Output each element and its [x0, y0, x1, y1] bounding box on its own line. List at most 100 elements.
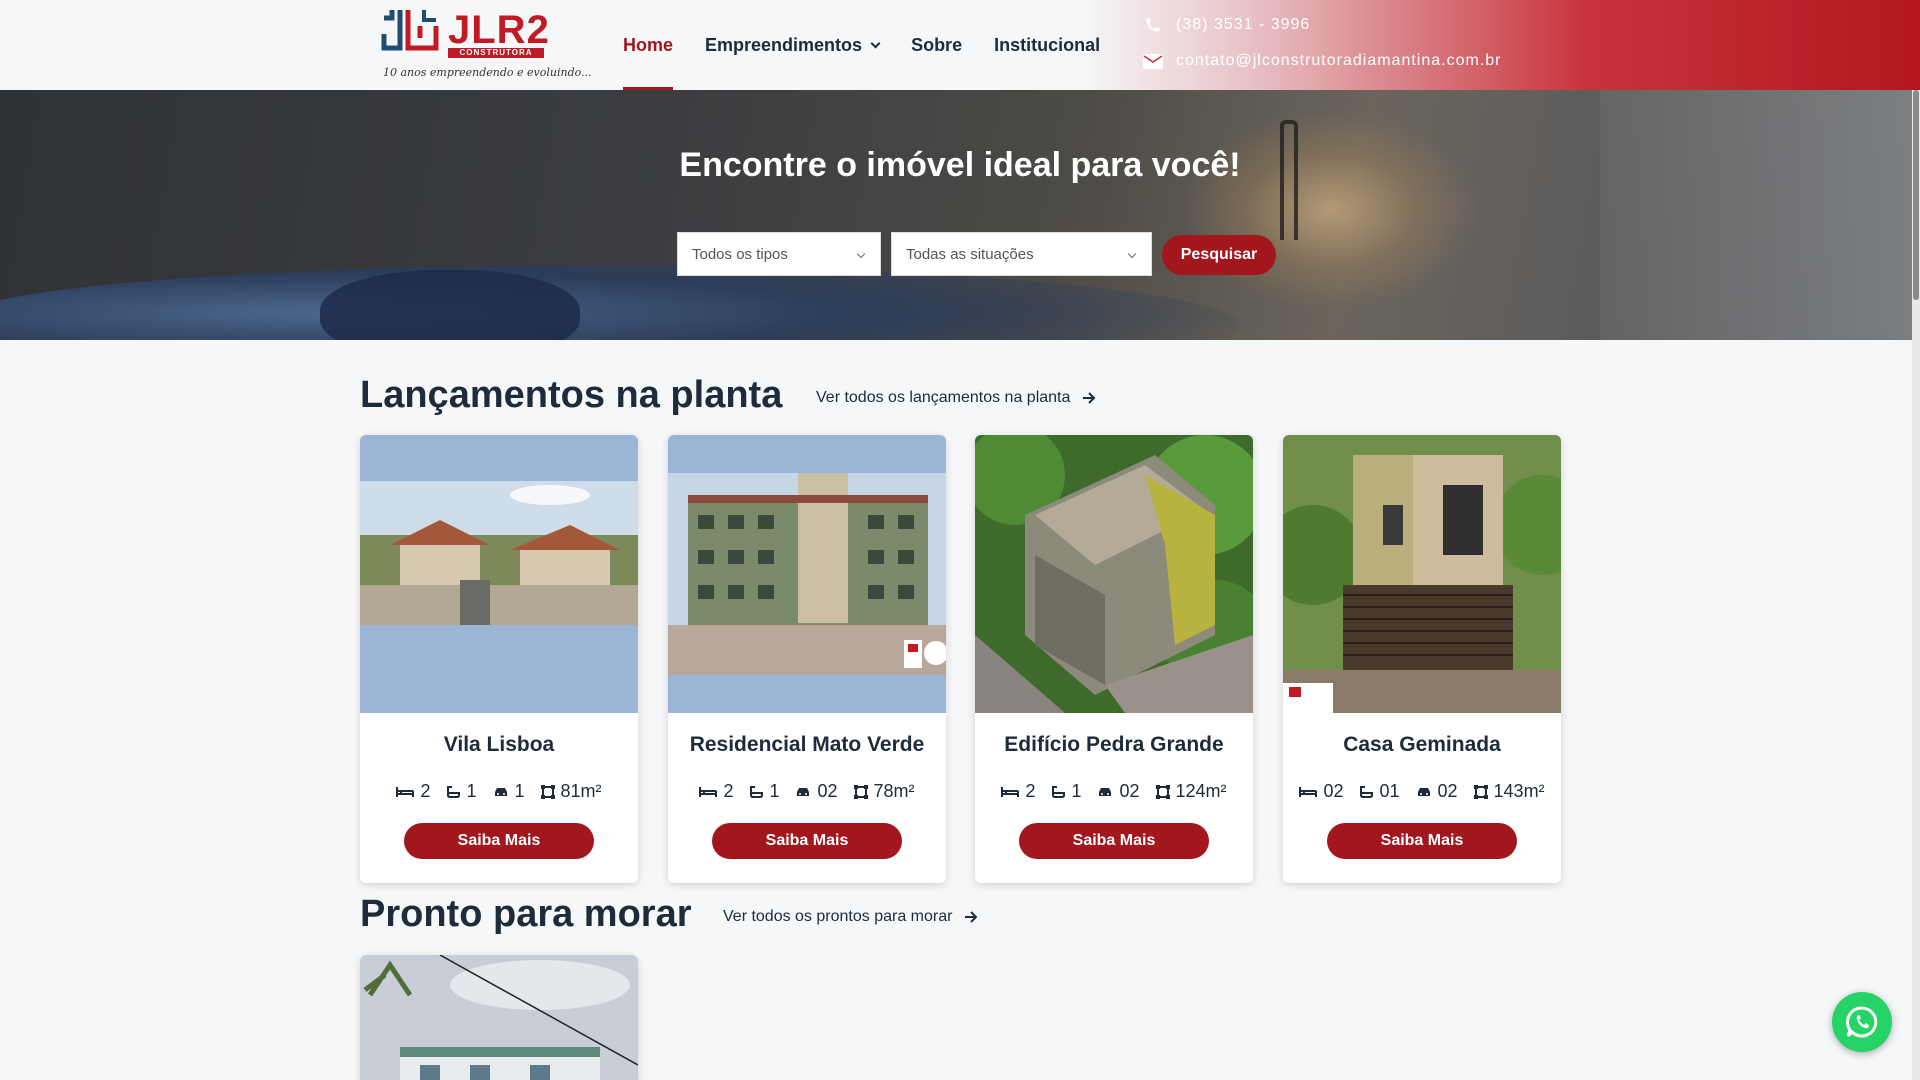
property-image[interactable] [668, 435, 946, 713]
nav-home[interactable]: Home [623, 0, 674, 90]
bathrooms-value: 1 [769, 781, 780, 801]
parking-value: 1 [514, 781, 525, 801]
area-value: 78m² [873, 781, 915, 801]
nav-empreendimentos[interactable]: Empreendimentos [705, 0, 881, 90]
bedrooms: 2 [699, 781, 733, 802]
bath-icon [750, 785, 764, 798]
contact-email-text: contato@jlconstrutoradiamantina.com.br [1176, 52, 1502, 69]
property-features: 2 1 02 124m² [975, 781, 1253, 802]
property-card[interactable]: Casa Geminada 02 01 02 143m² Saiba Mais [1283, 435, 1561, 883]
nav-sobre[interactable]: Sobre [911, 0, 962, 90]
bed-icon [699, 786, 718, 797]
nav-sobre-label: Sobre [911, 34, 963, 55]
bed-icon [396, 786, 415, 797]
status-select-value: Todas as situações [906, 245, 1034, 263]
hero-banner: Encontre o imóvel ideal para você! Todos… [0, 90, 1920, 340]
bathrooms-value: 1 [466, 781, 477, 801]
parking-value: 02 [1119, 781, 1140, 801]
status-select[interactable]: Todas as situações [891, 232, 1152, 276]
property-image[interactable] [1283, 435, 1561, 713]
bathrooms: 1 [1051, 781, 1081, 802]
main-nav: Home Empreendimentos Sobre Institucional [623, 0, 1132, 90]
saiba-mais-button[interactable]: Saiba Mais [712, 823, 902, 859]
bathrooms-value: 1 [1071, 781, 1082, 801]
logo-subtitle: CONSTRUTORA [448, 48, 544, 58]
logo-slogan: 10 anos empreendendo e evoluindo... [383, 66, 592, 79]
parking-value: 02 [817, 781, 838, 801]
property-title: Vila Lisboa [443, 733, 555, 756]
bathrooms-value: 01 [1379, 781, 1400, 801]
whatsapp-button[interactable] [1832, 992, 1892, 1052]
property-card[interactable]: Vila Lisboa 2 1 1 81m² Saiba Mais [360, 435, 638, 883]
bedrooms: 02 [1299, 781, 1343, 802]
type-select[interactable]: Todos os tipos [677, 232, 881, 276]
bath-icon [447, 785, 461, 798]
area-value: 81m² [560, 781, 602, 801]
launches-title: Lançamentos na planta [360, 374, 783, 416]
arrow-right-icon [1083, 392, 1096, 404]
bathrooms: 01 [1359, 781, 1400, 802]
ready-view-all-label: Ver todos os prontos para morar [723, 908, 953, 925]
launches-view-all-label: Ver todos os lançamentos na planta [816, 389, 1071, 406]
saiba-mais-button[interactable]: Saiba Mais [404, 823, 594, 859]
property-card[interactable]: Edifício Pedra Grande 2 1 02 124m² Saiba… [975, 435, 1253, 883]
nav-institucional[interactable]: Institucional [994, 0, 1100, 90]
car-icon [1099, 787, 1112, 796]
property-title: Casa Geminada [1343, 733, 1501, 756]
bedrooms-value: 2 [723, 781, 734, 801]
logo-text: JLR2 [448, 8, 550, 52]
contact-email[interactable]: contato@jlconstrutoradiamantina.com.br [1142, 52, 1502, 70]
saiba-mais-button[interactable]: Saiba Mais [1019, 823, 1209, 859]
bathrooms: 1 [446, 781, 477, 802]
contact-phone[interactable]: (38) 3531 - 3996 [1142, 16, 1310, 34]
header-gradient [1080, 0, 1920, 90]
property-image[interactable] [975, 435, 1253, 713]
area-icon [540, 784, 555, 799]
nav-empreendimentos-label: Empreendimentos [705, 34, 863, 55]
launches-view-all-link[interactable]: Ver todos os lançamentos na planta [816, 389, 1096, 407]
bed-icon [1299, 786, 1318, 797]
bed-icon [1001, 786, 1020, 797]
scrollbar-thumb[interactable] [1913, 90, 1919, 300]
ready-view-all-link[interactable]: Ver todos os prontos para morar [723, 908, 978, 926]
area-icon [853, 784, 868, 799]
search-button[interactable]: Pesquisar [1162, 235, 1276, 275]
whatsapp-icon [1846, 1006, 1878, 1038]
parking: 1 [493, 781, 525, 802]
area: 81m² [540, 781, 602, 802]
site-header: JLR2 CONSTRUTORA 10 anos empreendendo e … [0, 0, 1920, 90]
ready-title: Pronto para morar [360, 893, 692, 935]
parking: 02 [795, 781, 838, 802]
hero-bed [0, 265, 1240, 340]
parking: 02 [1416, 781, 1458, 802]
car-icon [1417, 787, 1430, 796]
nav-home-label: Home [623, 34, 674, 55]
nav-institucional-label: Institucional [994, 34, 1101, 55]
property-title: Residencial Mato Verde [689, 733, 925, 756]
chevron-down-icon [870, 38, 881, 48]
bathrooms: 1 [749, 781, 779, 802]
property-features: 02 01 02 143m² [1283, 781, 1561, 802]
hero-lamp-glow [1180, 110, 1480, 310]
contact-phone-text: (38) 3531 - 3996 [1176, 16, 1311, 33]
property-features: 2 1 02 78m² [668, 781, 946, 802]
property-features: 2 1 1 81m² [360, 781, 638, 802]
logo-mark-icon [381, 10, 439, 51]
hero-background-wall [1600, 90, 1920, 340]
arrow-right-icon [965, 911, 978, 923]
property-title: Edifício Pedra Grande [1004, 733, 1224, 756]
property-image[interactable] [360, 435, 638, 713]
chevron-down-icon [1127, 249, 1137, 259]
property-image[interactable] [360, 955, 638, 1080]
bedrooms-value: 2 [420, 781, 431, 801]
bath-icon [1360, 785, 1374, 798]
area-value: 143m² [1493, 781, 1545, 801]
car-icon [797, 787, 810, 796]
property-card[interactable] [360, 955, 638, 1080]
area-icon [1473, 784, 1488, 799]
area: 78m² [853, 781, 915, 802]
property-card[interactable]: Residencial Mato Verde 2 1 02 78m² Saiba… [668, 435, 946, 883]
logo[interactable]: JLR2 CONSTRUTORA 10 anos empreendendo e … [378, 6, 592, 84]
saiba-mais-button[interactable]: Saiba Mais [1327, 823, 1517, 859]
chevron-down-icon [856, 249, 866, 259]
